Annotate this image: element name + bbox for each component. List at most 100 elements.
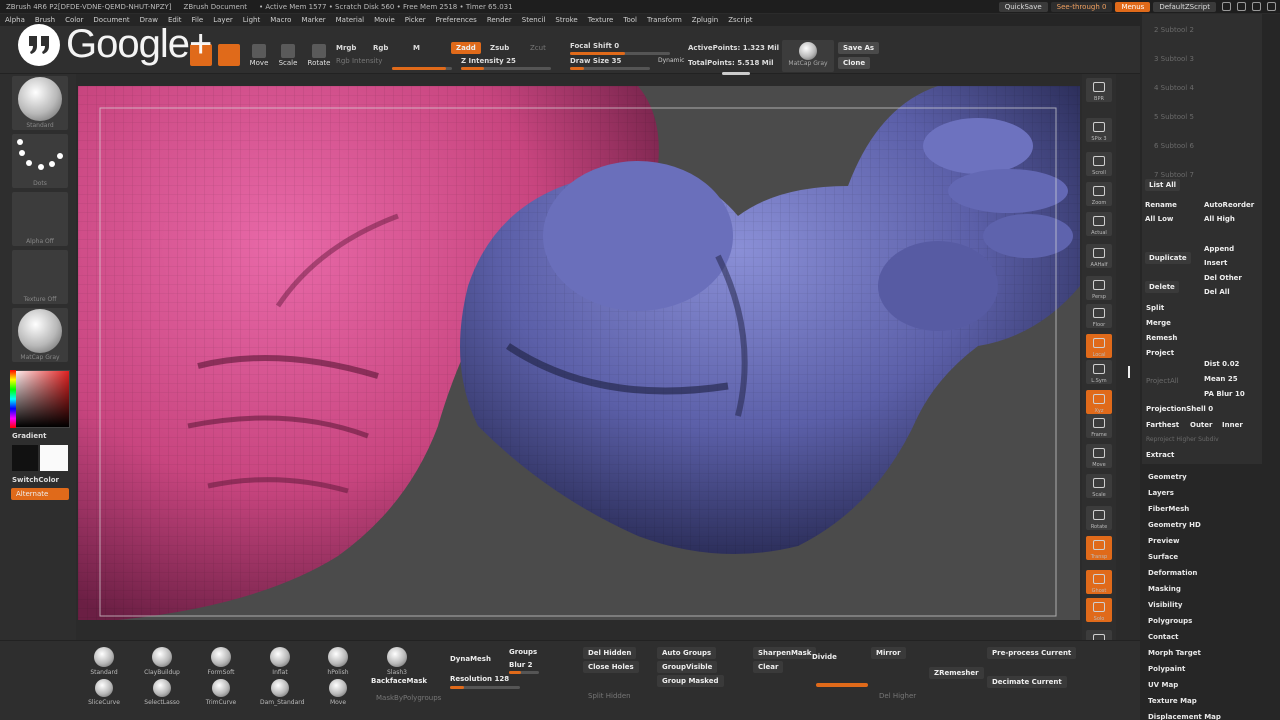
edit-button[interactable]: [216, 44, 242, 67]
subtool-slot[interactable]: 6 Subtool 6: [1154, 142, 1194, 150]
focal-shift-slider[interactable]: Focal Shift 0: [570, 42, 619, 50]
mirror-button[interactable]: Mirror: [871, 647, 906, 659]
menu-material[interactable]: Material: [331, 16, 369, 24]
brush-slash3[interactable]: Slash3: [377, 647, 417, 676]
subtool-slot[interactable]: 3 Subtool 3: [1154, 55, 1194, 63]
all-low-button[interactable]: All Low: [1145, 215, 1173, 223]
zcut-button[interactable]: Zcut: [530, 44, 546, 52]
shelf-transp-button[interactable]: Transp: [1086, 536, 1112, 560]
section-texture-map[interactable]: Texture Map: [1148, 697, 1197, 705]
zremesher-button[interactable]: ZRemesher: [929, 667, 984, 679]
menu-stencil[interactable]: Stencil: [517, 16, 551, 24]
section-preview[interactable]: Preview: [1148, 537, 1180, 545]
menu-preferences[interactable]: Preferences: [431, 16, 482, 24]
brush-selectlasso[interactable]: SelectLasso: [142, 679, 182, 706]
draw-size-slider[interactable]: Draw Size 35: [570, 57, 621, 65]
mean-slider[interactable]: Mean 25: [1204, 375, 1238, 383]
brush-standard[interactable]: Standard: [84, 647, 124, 676]
list-all-button[interactable]: List All: [1145, 179, 1181, 191]
split-button[interactable]: Split: [1146, 304, 1164, 312]
shelf-floor-button[interactable]: Floor: [1086, 304, 1112, 328]
texture-selector[interactable]: Texture Off: [12, 250, 68, 304]
shelf-rotate-button[interactable]: Rotate: [1086, 506, 1112, 530]
brush-selector[interactable]: Standard: [12, 76, 68, 130]
menu-marker[interactable]: Marker: [296, 16, 330, 24]
shelf-scale-button[interactable]: Scale: [1086, 474, 1112, 498]
section-morph-target[interactable]: Morph Target: [1148, 649, 1201, 657]
menu-movie[interactable]: Movie: [369, 16, 400, 24]
sharpen-mask-button[interactable]: SharpenMask: [753, 647, 817, 659]
section-polypaint[interactable]: Polypaint: [1148, 665, 1185, 673]
close-holes-button[interactable]: Close Holes: [583, 661, 639, 673]
menu-render[interactable]: Render: [482, 16, 517, 24]
clear-button[interactable]: Clear: [753, 661, 784, 673]
switch-color-button[interactable]: SwitchColor: [12, 476, 59, 484]
menu-macro[interactable]: Macro: [265, 16, 296, 24]
subtool-slot[interactable]: 4 Subtool 4: [1154, 84, 1194, 92]
resolution-track[interactable]: [450, 686, 520, 689]
alternate-button[interactable]: Alternate: [11, 488, 69, 500]
move-button[interactable]: Move: [248, 44, 270, 67]
help-icon[interactable]: [1222, 2, 1231, 11]
autoreorder-button[interactable]: AutoReorder: [1204, 201, 1254, 209]
default-zscript-button[interactable]: DefaultZScript: [1153, 1, 1216, 12]
dynamic-toggle[interactable]: Dynamic: [658, 57, 684, 64]
shelf-l-sym-button[interactable]: L.Sym: [1086, 360, 1112, 384]
m-button[interactable]: M: [413, 44, 420, 52]
shelf-frame-button[interactable]: Frame: [1086, 414, 1112, 438]
close-icon[interactable]: [1267, 2, 1276, 11]
menu-stroke[interactable]: Stroke: [550, 16, 582, 24]
menus-button[interactable]: Menus: [1115, 1, 1151, 12]
dynamesh-button[interactable]: DynaMesh: [450, 655, 491, 663]
menu-zscript[interactable]: Zscript: [723, 16, 757, 24]
shelf-scroll-button[interactable]: Scroll: [1086, 152, 1112, 176]
shelf-actual-button[interactable]: Actual: [1086, 212, 1112, 236]
brush-move[interactable]: Move: [318, 679, 358, 706]
primary-color-swatch[interactable]: [40, 445, 68, 471]
brush-hpolish[interactable]: hPolish: [318, 647, 358, 676]
split-hidden-button[interactable]: Split Hidden: [583, 690, 636, 702]
shelf-solo-button[interactable]: Solo: [1086, 598, 1112, 622]
brush-inflat[interactable]: Inflat: [260, 647, 300, 676]
menu-texture[interactable]: Texture: [583, 16, 619, 24]
section-masking[interactable]: Masking: [1148, 585, 1181, 593]
brush-slicecurve[interactable]: SliceCurve: [84, 679, 124, 706]
section-geometry[interactable]: Geometry: [1148, 473, 1187, 481]
subtool-slot[interactable]: 5 Subtool 5: [1154, 113, 1194, 121]
project-button[interactable]: Project: [1146, 349, 1174, 357]
resolution-slider[interactable]: Resolution 128: [450, 675, 509, 683]
extract-button[interactable]: Extract: [1146, 451, 1174, 459]
groups-toggle[interactable]: Groups: [509, 648, 537, 656]
section-layers[interactable]: Layers: [1148, 489, 1174, 497]
save-as-button[interactable]: Save As: [838, 42, 880, 54]
section-geometry-hd[interactable]: Geometry HD: [1148, 521, 1201, 529]
merge-button[interactable]: Merge: [1146, 319, 1171, 327]
all-high-button[interactable]: All High: [1204, 215, 1235, 223]
section-surface[interactable]: Surface: [1148, 553, 1178, 561]
rgb-intensity-slider[interactable]: Rgb Intensity: [336, 57, 382, 65]
scale-button[interactable]: Scale: [276, 44, 300, 67]
rename-button[interactable]: Rename: [1145, 201, 1177, 209]
section-deformation[interactable]: Deformation: [1148, 569, 1197, 577]
shelf-zoom-button[interactable]: Zoom: [1086, 182, 1112, 206]
rotate-button[interactable]: Rotate: [306, 44, 332, 67]
dist-slider[interactable]: Dist 0.02: [1204, 360, 1239, 368]
hue-strip[interactable]: [10, 370, 16, 428]
shelf-persp-button[interactable]: Persp: [1086, 276, 1112, 300]
decimate-current-button[interactable]: Decimate Current: [987, 676, 1067, 688]
del-hidden-button[interactable]: Del Hidden: [583, 647, 637, 659]
alpha-selector[interactable]: Alpha Off: [12, 192, 68, 246]
section-visibility[interactable]: Visibility: [1148, 601, 1182, 609]
shelf-bpr-button[interactable]: BPR: [1086, 78, 1112, 102]
shelf-local-button[interactable]: Local: [1086, 334, 1112, 358]
inner-button[interactable]: Inner: [1222, 421, 1243, 429]
remesh-button[interactable]: Remesh: [1146, 334, 1177, 342]
del-higher-button[interactable]: Del Higher: [874, 690, 921, 702]
pa-blur-slider[interactable]: PA Blur 10: [1204, 390, 1245, 398]
section-uv-map[interactable]: UV Map: [1148, 681, 1178, 689]
stroke-selector[interactable]: Dots: [12, 134, 68, 188]
section-polygroups[interactable]: Polygroups: [1148, 617, 1192, 625]
shelf-ghost-button[interactable]: Ghost: [1086, 570, 1112, 594]
group-masked-button[interactable]: Group Masked: [657, 675, 724, 687]
section-fibermesh[interactable]: FiberMesh: [1148, 505, 1189, 513]
